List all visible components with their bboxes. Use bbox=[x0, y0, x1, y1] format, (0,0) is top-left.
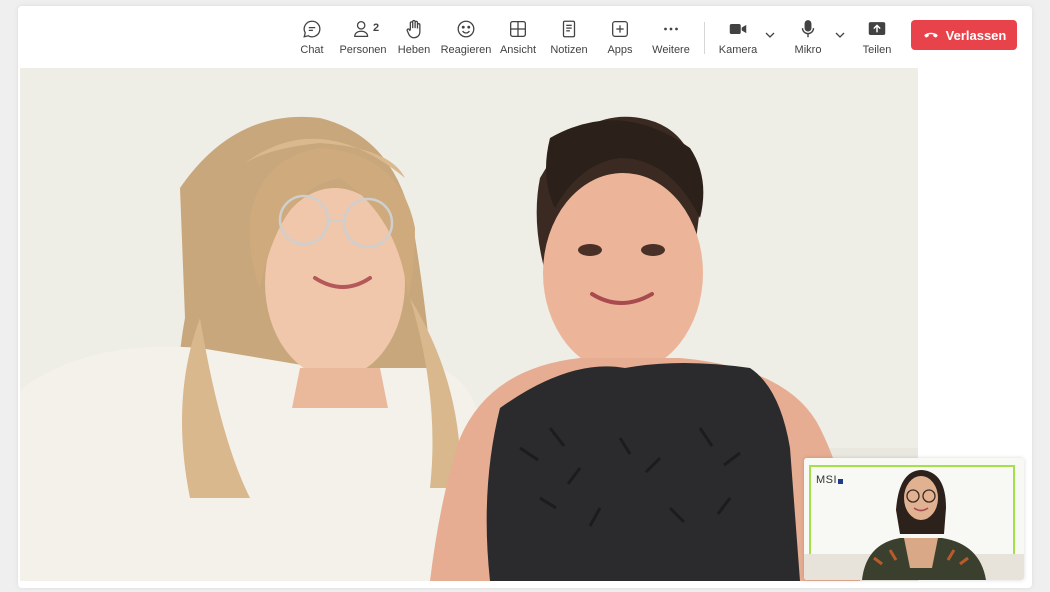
raise-hand-label: Heben bbox=[397, 44, 431, 56]
share-label: Teilen bbox=[862, 44, 892, 56]
mic-button[interactable]: Mikro bbox=[778, 18, 838, 62]
company-logo: MSI bbox=[816, 474, 844, 486]
chat-icon bbox=[303, 20, 321, 38]
camera-button[interactable]: Kamera bbox=[708, 18, 768, 62]
more-button[interactable]: Weitere bbox=[641, 18, 701, 62]
raise-hand-button[interactable]: Heben bbox=[384, 18, 444, 62]
apps-label: Apps bbox=[607, 44, 633, 56]
mic-options-chevron-icon[interactable] bbox=[833, 28, 847, 42]
logo-square-icon bbox=[838, 479, 844, 484]
camera-options-chevron-icon[interactable] bbox=[763, 28, 777, 42]
grid-view-icon bbox=[510, 21, 526, 37]
camera-label: Kamera bbox=[718, 44, 758, 56]
share-screen-icon bbox=[868, 22, 886, 35]
view-label: Ansicht bbox=[499, 44, 537, 56]
people-count-badge: 2 bbox=[373, 22, 380, 34]
leave-button[interactable]: Verlassen bbox=[911, 20, 1017, 50]
more-label: Weitere bbox=[652, 44, 690, 56]
microphone-icon bbox=[801, 20, 815, 38]
add-app-icon bbox=[612, 21, 628, 37]
mic-label: Mikro bbox=[794, 44, 822, 56]
toolbar-divider bbox=[704, 22, 705, 54]
hand-icon bbox=[406, 19, 421, 39]
people-label: Personen bbox=[339, 44, 387, 56]
more-icon bbox=[664, 27, 678, 31]
share-button[interactable]: Teilen bbox=[847, 18, 907, 62]
meeting-window: Chat 2 Personen Heben Reagieren Ansicht … bbox=[18, 6, 1032, 588]
video-camera-icon bbox=[729, 23, 747, 35]
remote-participants-video bbox=[20, 68, 918, 581]
notes-label: Notizen bbox=[550, 44, 588, 56]
people-icon bbox=[354, 21, 369, 37]
remote-video-feed bbox=[20, 68, 918, 581]
logo-text: MSI bbox=[816, 474, 838, 486]
chat-label: Chat bbox=[300, 44, 324, 56]
self-view-tile[interactable]: MSI bbox=[804, 458, 1024, 580]
meeting-toolbar: Chat 2 Personen Heben Reagieren Ansicht … bbox=[18, 6, 1032, 68]
notes-icon bbox=[562, 20, 576, 38]
react-button[interactable]: Reagieren bbox=[436, 18, 496, 62]
react-label: Reagieren bbox=[440, 44, 492, 56]
leave-label: Verlassen bbox=[945, 27, 1007, 43]
hang-up-icon bbox=[924, 32, 938, 38]
emoji-icon bbox=[457, 20, 475, 38]
